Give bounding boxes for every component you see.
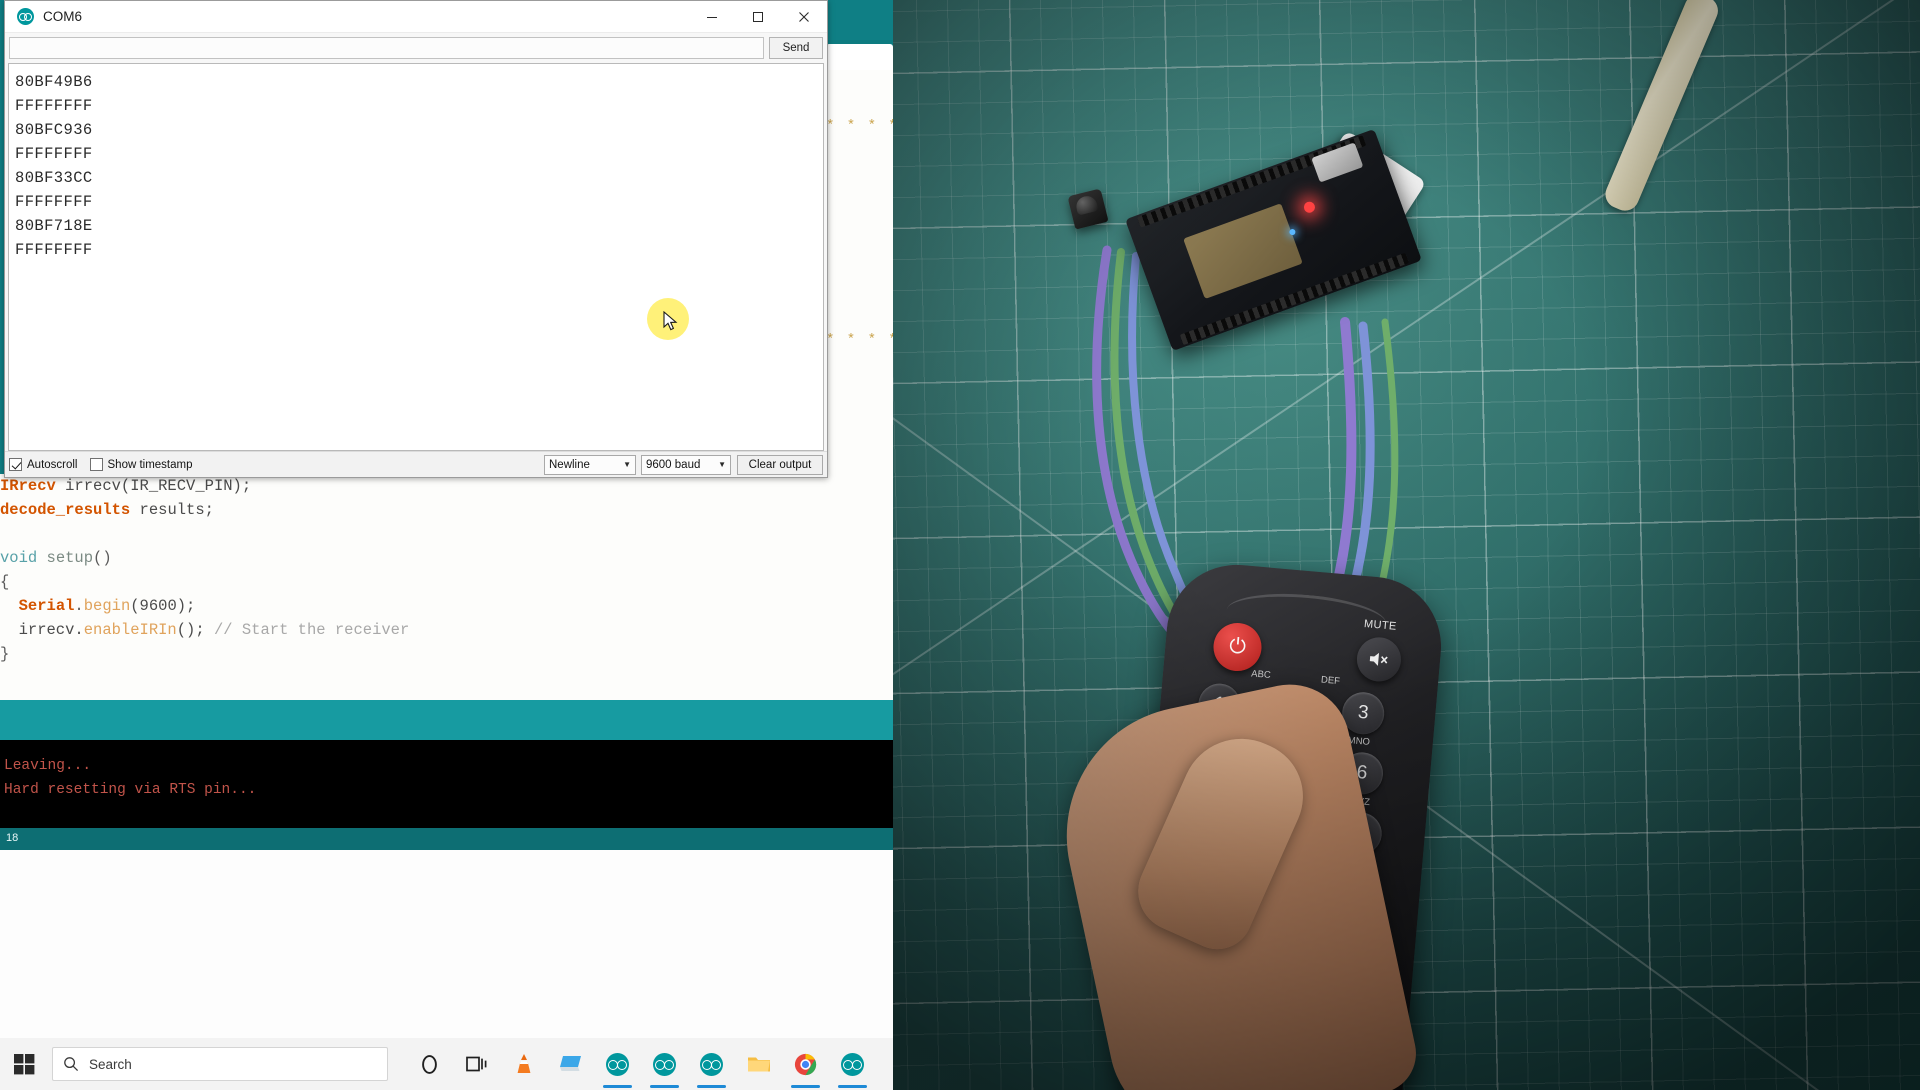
code-token: (); [176, 621, 214, 639]
editor-ghost-line-1: * * * * * * [826, 118, 893, 134]
code-line: } [0, 642, 893, 666]
autoscroll-label: Autoscroll [27, 458, 78, 471]
maximize-icon[interactable] [735, 1, 781, 33]
line-ending-value: Newline [549, 458, 590, 471]
remote-desktop-icon[interactable] [547, 1038, 594, 1090]
ide-line-indicator: 18 [0, 828, 893, 850]
serial-output-line: 80BF718E [15, 217, 93, 235]
line-ending-select[interactable]: Newline ▼ [544, 454, 636, 475]
taskbar-items [406, 1038, 876, 1090]
serial-send-row: Send [5, 33, 827, 63]
serial-output-line: 80BFC936 [15, 121, 93, 139]
code-token: . [74, 597, 84, 615]
code-token: irrecv. [0, 621, 84, 639]
arduino-ide-icon-3[interactable] [688, 1038, 735, 1090]
code-line: { [0, 570, 893, 594]
search-icon [64, 1057, 79, 1072]
serial-output-line: FFFFFFFF [15, 145, 93, 163]
autoscroll-checkbox[interactable]: Autoscroll [9, 458, 78, 471]
cortana-icon[interactable] [406, 1038, 453, 1090]
code-token: { [0, 573, 10, 591]
baud-rate-select[interactable]: 9600 baud ▼ [641, 454, 731, 475]
baud-rate-value: 9600 baud [646, 458, 701, 471]
windows-start-icon[interactable] [0, 1038, 48, 1090]
search-input[interactable]: Search [52, 1047, 388, 1081]
serial-output-line: FFFFFFFF [15, 193, 93, 211]
code-token: Serial [18, 597, 75, 615]
console-line: Hard resetting via RTS pin... [4, 782, 257, 798]
ide-status-strip [0, 700, 893, 740]
arduino-icon [17, 8, 34, 25]
show-timestamp-checkbox-box [89, 458, 103, 471]
webcam-photo-panel: ⏻ MUTE ABC DEF 1 2 3 GHI JKL MNO 5 6 TUV [893, 0, 1920, 1090]
clear-output-button[interactable]: Clear output [737, 454, 823, 475]
show-timestamp-label: Show timestamp [107, 458, 193, 471]
autoscroll-checkbox-box [9, 458, 22, 471]
serial-output-line: 80BF49B6 [15, 73, 93, 91]
window-controls [689, 1, 827, 33]
editor-ghost-line-2: * * * * * * [826, 332, 893, 348]
code-token: irrecv(IR_RECV_PIN); [55, 477, 252, 495]
show-timestamp-checkbox[interactable]: Show timestamp [89, 458, 193, 471]
serial-monitor-titlebar[interactable]: COM6 [5, 1, 827, 33]
arduino-ide-window: * * * * * * * * * * * * IRrecv irrecv(IR… [0, 0, 893, 1090]
code-token: (9600); [130, 597, 196, 615]
code-token: void [0, 549, 38, 567]
arduino-ide-icon-4[interactable] [829, 1038, 876, 1090]
ide-active-tab[interactable] [826, 44, 893, 70]
serial-send-input[interactable] [9, 37, 764, 59]
code-line: void setup() [0, 546, 893, 570]
serial-output-area[interactable]: 80BF49B6 FFFFFFFF 80BFC936 FFFFFFFF 80BF33CC… [8, 63, 824, 451]
line-number: 18 [6, 832, 19, 844]
serial-monitor-footer: Autoscroll Show timestamp Newline ▼ 9600… [5, 451, 827, 477]
chrome-icon[interactable] [782, 1038, 829, 1090]
code-token: setup [46, 549, 94, 567]
code-line: decode_results results; [0, 498, 893, 522]
code-token: results; [130, 501, 214, 519]
code-line: irrecv.enableIRIn(); // Start the receiv… [0, 618, 893, 642]
code-token: begin [83, 597, 131, 615]
code-token: IRrecv [0, 477, 56, 495]
code-token: } [0, 645, 10, 663]
photo-vignette [893, 0, 1920, 1090]
serial-output-line: FFFFFFFF [15, 97, 93, 115]
console-line: Leaving... [4, 758, 92, 774]
code-token: enableIRIn [83, 621, 177, 639]
minimize-icon[interactable] [689, 1, 735, 33]
close-icon[interactable] [781, 1, 827, 33]
chevron-down-icon: ▼ [718, 460, 726, 469]
send-button[interactable]: Send [769, 37, 823, 59]
serial-monitor-title: COM6 [43, 9, 83, 24]
serial-output-line: FFFFFFFF [15, 241, 93, 259]
code-line: Serial.begin(9600); [0, 594, 893, 618]
file-explorer-icon[interactable] [735, 1038, 782, 1090]
chevron-down-icon: ▼ [623, 460, 631, 469]
code-editor[interactable]: IRrecv irrecv(IR_RECV_PIN); decode_result… [0, 474, 893, 704]
arduino-ide-icon-2[interactable] [641, 1038, 688, 1090]
serial-output-line: 80BF33CC [15, 169, 93, 187]
vlc-icon[interactable] [500, 1038, 547, 1090]
code-token: decode_results [0, 501, 131, 519]
code-token: () [93, 549, 112, 567]
code-token: // Start the receiver [213, 621, 410, 639]
task-view-icon[interactable] [453, 1038, 500, 1090]
serial-monitor-window: COM6 Send 80BF49B6 FFFFFFFF 80BFC936 FFFFFF… [4, 0, 828, 478]
upload-console: Leaving... Hard resetting via RTS pin... [0, 740, 893, 828]
search-placeholder: Search [89, 1056, 132, 1072]
windows-taskbar: Search [0, 1038, 893, 1090]
arduino-ide-icon-1[interactable] [594, 1038, 641, 1090]
